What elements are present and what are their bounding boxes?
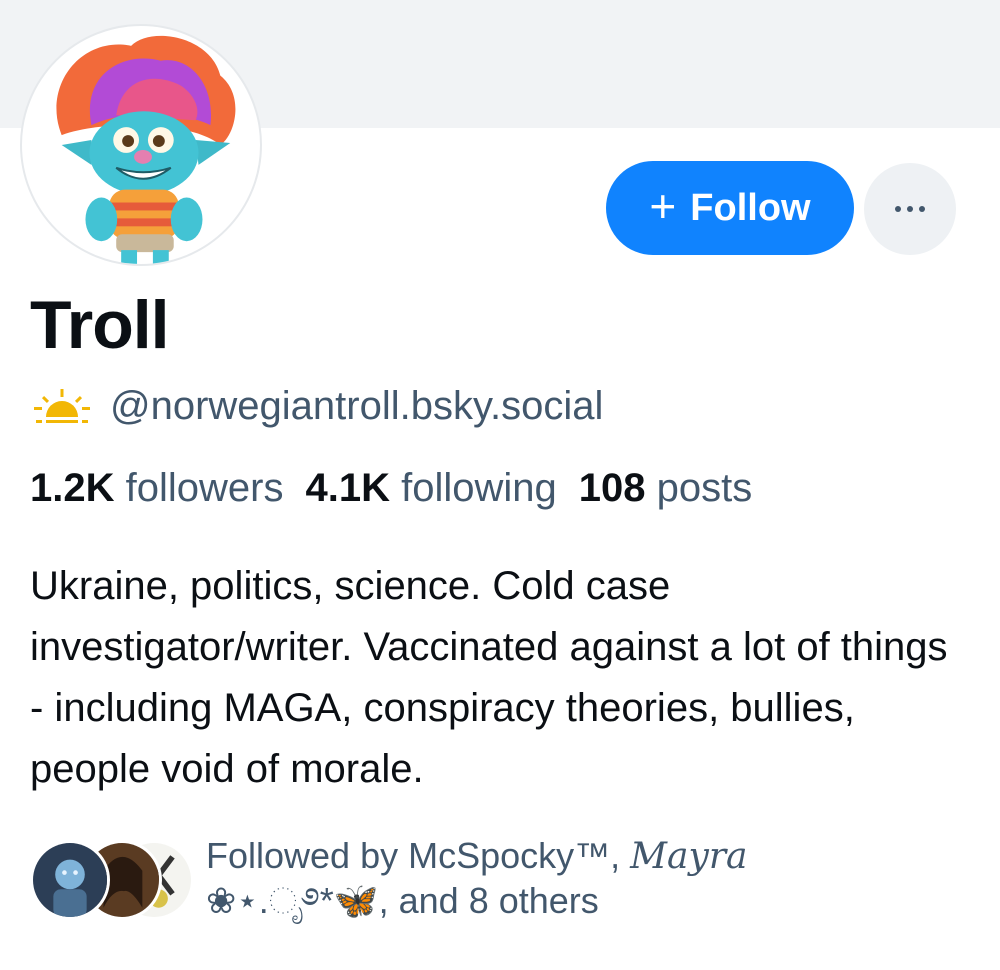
posts-label: posts bbox=[656, 466, 753, 510]
troll-avatar-icon bbox=[56, 35, 236, 264]
follow-label: Follow bbox=[690, 186, 811, 229]
followed-by-prefix: Followed by McSpocky™, bbox=[206, 835, 621, 876]
profile-stats: 1.2K followers 4.1K following 108 posts bbox=[30, 466, 752, 511]
followers-link[interactable]: 1.2K followers bbox=[30, 466, 283, 510]
follower-avatar bbox=[30, 840, 110, 920]
followed-by[interactable]: Followed by McSpocky™, 𝑀𝑎𝑦𝑟𝑎 ❀⋆.ೃ࿔*🦋, an… bbox=[30, 834, 980, 934]
sun-icon bbox=[34, 388, 90, 423]
profile-bio: Ukraine, politics, science. Cold case in… bbox=[30, 564, 948, 791]
following-count: 4.1K bbox=[305, 466, 390, 510]
plus-icon: + bbox=[649, 180, 677, 232]
follower-name: 𝑀𝑎𝑦𝑟𝑎 bbox=[630, 836, 748, 877]
follow-button[interactable]: + Follow bbox=[606, 161, 854, 255]
followers-label: followers bbox=[125, 466, 284, 510]
display-name: Troll bbox=[30, 287, 170, 363]
handle[interactable]: @norwegiantroll.bsky.social bbox=[110, 384, 603, 429]
posts-stat: 108 posts bbox=[579, 466, 752, 510]
following-label: following bbox=[401, 466, 557, 510]
followed-by-text[interactable]: Followed by McSpocky™, 𝑀𝑎𝑦𝑟𝑎 ❀⋆.ೃ࿔*🦋, an… bbox=[206, 834, 926, 923]
following-link[interactable]: 4.1K following bbox=[305, 466, 556, 510]
ellipsis-icon bbox=[895, 206, 925, 212]
posts-count: 108 bbox=[578, 466, 646, 510]
followers-count: 1.2K bbox=[30, 466, 115, 510]
profile-avatar[interactable] bbox=[20, 24, 262, 266]
follower-name-decoration: ❀⋆.ೃ࿔*🦋 bbox=[206, 880, 379, 921]
handle-row: @norwegiantroll.bsky.social bbox=[32, 384, 603, 429]
more-options-button[interactable] bbox=[864, 163, 956, 255]
followed-by-suffix: , and 8 others bbox=[378, 880, 599, 921]
